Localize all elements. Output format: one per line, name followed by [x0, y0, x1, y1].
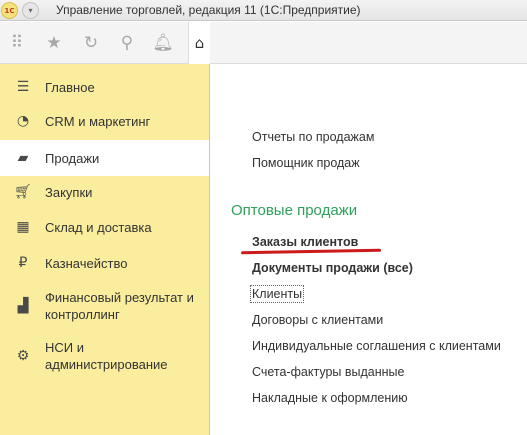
- bar-chart-icon: ▟: [17, 298, 29, 314]
- warehouse-grid-icon: ▦: [16, 219, 30, 235]
- sidebar-item-warehouse[interactable]: ▦ Склад и доставка: [0, 214, 209, 240]
- sidebar-item-label: Главное: [45, 79, 95, 95]
- window-title-bar: 1С ▾ Управление торговлей, редакция 11 (…: [0, 0, 527, 21]
- sidebar-item-label: Казначейство: [45, 255, 128, 271]
- sidebar-item-label: Продажи: [45, 150, 100, 166]
- gear-icon: ⚙: [16, 348, 30, 364]
- section-title-wholesale: Оптовые продажи: [231, 202, 358, 219]
- top-toolbar: ⠿ ★ ↻ ⚲ 🔔︎: [0, 22, 527, 64]
- ruble-coin-icon: ₽: [18, 255, 28, 271]
- link-pending-waybills[interactable]: Накладные к оформлению: [252, 391, 408, 405]
- menu-lines-icon: ☰: [16, 79, 30, 95]
- link-clients[interactable]: Клиенты: [249, 285, 305, 303]
- sidebar-item-crm[interactable]: ◔ CRM и маркетинг: [0, 108, 209, 134]
- sidebar-item-main[interactable]: ☰ Главное: [0, 74, 209, 100]
- link-sales-reports[interactable]: Отчеты по продажам: [252, 130, 374, 144]
- search-icon[interactable]: ⚲: [110, 22, 144, 64]
- apps-grid-icon[interactable]: ⠿: [0, 22, 34, 64]
- bell-icon[interactable]: 🔔︎: [146, 22, 180, 64]
- shopping-bag-icon: ▰: [17, 150, 29, 166]
- pie-chart-icon: ◔: [16, 113, 30, 129]
- sidebar-item-label: Финансовый результат и контроллинг: [45, 290, 194, 322]
- sidebar-item-label: Закупки: [45, 184, 93, 200]
- shopping-cart-icon: 🛒︎: [14, 184, 32, 200]
- home-icon[interactable]: ⌂: [188, 22, 210, 64]
- sidebar-item-label: НСИ и администрирование: [45, 340, 168, 372]
- link-client-contracts[interactable]: Договоры с клиентами: [252, 313, 383, 327]
- sections-sidebar: ☰ Главное ◔ CRM и маркетинг ▰ Продажи 🛒︎…: [0, 64, 210, 435]
- sidebar-item-admin[interactable]: ⚙ НСИ и администрирование: [0, 336, 209, 376]
- link-sales-documents[interactable]: Документы продажи (все): [252, 261, 413, 275]
- star-icon[interactable]: ★: [37, 22, 71, 64]
- sidebar-item-finance[interactable]: ▟ Финансовый результат и контроллинг: [0, 286, 209, 326]
- window-title: Управление торговлей, редакция 11 (1С:Пр…: [56, 3, 361, 17]
- sidebar-item-purchases[interactable]: 🛒︎ Закупки: [0, 179, 209, 205]
- link-issued-invoices[interactable]: Счета-фактуры выданные: [252, 365, 404, 379]
- 1c-logo-icon[interactable]: 1С: [1, 2, 18, 19]
- link-sales-assistant[interactable]: Помощник продаж: [252, 156, 360, 170]
- history-icon[interactable]: ↻: [74, 22, 108, 64]
- link-customer-orders[interactable]: Заказы клиентов: [252, 235, 358, 249]
- sidebar-item-label: CRM и маркетинг: [45, 113, 151, 129]
- link-individual-agreements[interactable]: Индивидуальные соглашения с клиентами: [252, 339, 501, 353]
- sidebar-item-sales[interactable]: ▰ Продажи: [0, 140, 209, 176]
- sidebar-item-label: Склад и доставка: [45, 219, 152, 235]
- sidebar-item-treasury[interactable]: ₽ Казначейство: [0, 250, 209, 276]
- main-menu-chevron-icon[interactable]: ▾: [22, 2, 39, 19]
